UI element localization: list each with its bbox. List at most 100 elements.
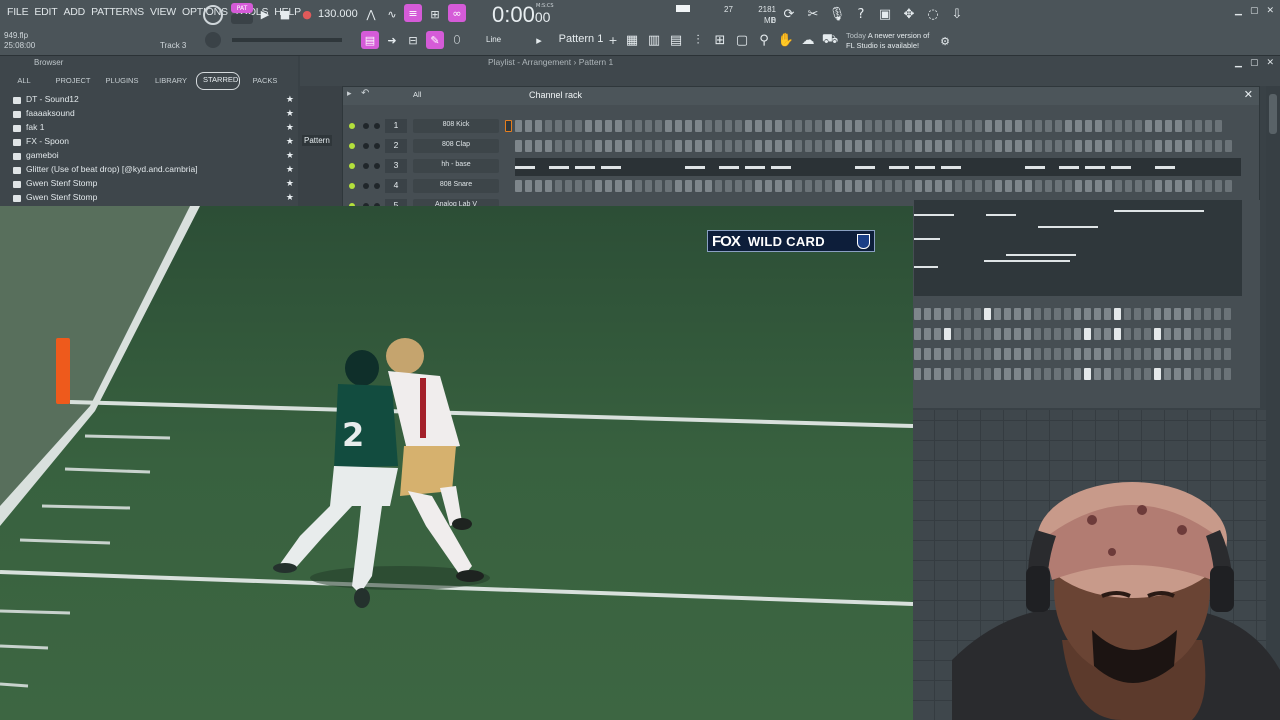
- step-button[interactable]: [1034, 368, 1041, 380]
- step-button[interactable]: [1104, 308, 1111, 320]
- step-button[interactable]: [755, 180, 762, 192]
- browser-item[interactable]: faaaaksound ★: [0, 108, 298, 122]
- step-button[interactable]: [964, 348, 971, 360]
- record-icon[interactable]: ●: [298, 5, 316, 23]
- step-button[interactable]: [645, 140, 652, 152]
- step-button[interactable]: [535, 180, 542, 192]
- step-button[interactable]: [625, 140, 632, 152]
- step-button[interactable]: [955, 180, 962, 192]
- step-button[interactable]: [1174, 368, 1181, 380]
- step-button[interactable]: [1225, 180, 1232, 192]
- browser-icon[interactable]: ⊞: [711, 31, 729, 49]
- step-button[interactable]: [1144, 308, 1151, 320]
- step-button[interactable]: [715, 120, 722, 132]
- mixer-icon[interactable]: ⫶: [689, 31, 707, 49]
- step-button[interactable]: [695, 180, 702, 192]
- step-button[interactable]: [1034, 308, 1041, 320]
- news-settings-icon[interactable]: ⚙: [936, 32, 954, 50]
- step-button[interactable]: [805, 140, 812, 152]
- menu-patterns[interactable]: PATTERNS: [88, 6, 147, 18]
- channel-name-button[interactable]: 808 Clap: [413, 139, 499, 153]
- step-button[interactable]: [905, 180, 912, 192]
- step-button[interactable]: [535, 120, 542, 132]
- step-button[interactable]: [1164, 368, 1171, 380]
- step-button[interactable]: [1155, 120, 1162, 132]
- step-button[interactable]: [1004, 308, 1011, 320]
- download-icon[interactable]: ⇩: [948, 5, 966, 23]
- step-button[interactable]: [1154, 368, 1161, 380]
- step-button[interactable]: [585, 180, 592, 192]
- rack-undo-icon[interactable]: ↶: [361, 88, 369, 99]
- step-button[interactable]: [1024, 328, 1031, 340]
- step-button[interactable]: [1074, 308, 1081, 320]
- step-button[interactable]: [545, 120, 552, 132]
- step-button[interactable]: [795, 140, 802, 152]
- step-button[interactable]: [1015, 140, 1022, 152]
- close-icon[interactable]: ✕: [1266, 6, 1274, 16]
- step-button[interactable]: [1074, 368, 1081, 380]
- step-button[interactable]: [1084, 348, 1091, 360]
- step-button[interactable]: [1144, 348, 1151, 360]
- step-button[interactable]: [984, 328, 991, 340]
- step-button[interactable]: [964, 368, 971, 380]
- step-button[interactable]: [1155, 140, 1162, 152]
- step-button[interactable]: [595, 120, 602, 132]
- tab-library[interactable]: LIBRARY: [146, 74, 196, 90]
- step-button[interactable]: [665, 180, 672, 192]
- step-button[interactable]: [765, 140, 772, 152]
- step-button[interactable]: [565, 140, 572, 152]
- tab-starred[interactable]: STARRED: [196, 72, 240, 90]
- channel-volume-knob[interactable]: [374, 183, 380, 189]
- step-button[interactable]: [1004, 328, 1011, 340]
- step-button[interactable]: [915, 180, 922, 192]
- channel-pan-knob[interactable]: [363, 163, 369, 169]
- step-button[interactable]: [1014, 308, 1021, 320]
- step-button[interactable]: [1064, 348, 1071, 360]
- rack-menu-arrow-icon[interactable]: ▸: [347, 89, 352, 99]
- step-button[interactable]: [1214, 308, 1221, 320]
- step-button[interactable]: [545, 140, 552, 152]
- step-button[interactable]: [1145, 120, 1152, 132]
- project-icon[interactable]: ▢: [733, 31, 751, 49]
- step-button[interactable]: [1054, 328, 1061, 340]
- step-button[interactable]: [945, 140, 952, 152]
- step-button[interactable]: [1085, 120, 1092, 132]
- step-button[interactable]: [1135, 180, 1142, 192]
- step-button[interactable]: [1205, 140, 1212, 152]
- step-button[interactable]: [984, 348, 991, 360]
- step-button[interactable]: [1055, 120, 1062, 132]
- step-button[interactable]: [1134, 328, 1141, 340]
- step-button[interactable]: [675, 180, 682, 192]
- step-button[interactable]: [925, 120, 932, 132]
- step-button[interactable]: [1175, 120, 1182, 132]
- step-button[interactable]: [875, 140, 882, 152]
- step-button[interactable]: [775, 180, 782, 192]
- tempo-display[interactable]: 130.000: [318, 8, 358, 20]
- step-button[interactable]: [1134, 308, 1141, 320]
- refresh-icon[interactable]: ⟳: [780, 5, 798, 23]
- step-button[interactable]: [1055, 140, 1062, 152]
- step-button[interactable]: [585, 120, 592, 132]
- step-button[interactable]: [1144, 328, 1151, 340]
- step-button[interactable]: [1044, 308, 1051, 320]
- pat-song-toggle[interactable]: PAT: [231, 3, 253, 13]
- step-button[interactable]: [705, 140, 712, 152]
- step-button[interactable]: [605, 120, 612, 132]
- step-button[interactable]: [575, 140, 582, 152]
- step-button[interactable]: [1004, 348, 1011, 360]
- star-icon[interactable]: ★: [286, 136, 294, 147]
- step-button[interactable]: [914, 348, 921, 360]
- step-button[interactable]: [885, 180, 892, 192]
- step-button[interactable]: [934, 348, 941, 360]
- step-button[interactable]: [735, 180, 742, 192]
- channel-pan-knob[interactable]: [363, 123, 369, 129]
- step-button[interactable]: [1185, 140, 1192, 152]
- step-button[interactable]: [1075, 180, 1082, 192]
- cloud-icon[interactable]: ☁: [799, 31, 817, 49]
- touch-icon[interactable]: ✋: [777, 31, 795, 49]
- menu-add[interactable]: ADD: [61, 6, 89, 18]
- step-button[interactable]: [1025, 120, 1032, 132]
- step-button[interactable]: [1145, 140, 1152, 152]
- step-button[interactable]: [715, 180, 722, 192]
- step-button[interactable]: [1215, 140, 1222, 152]
